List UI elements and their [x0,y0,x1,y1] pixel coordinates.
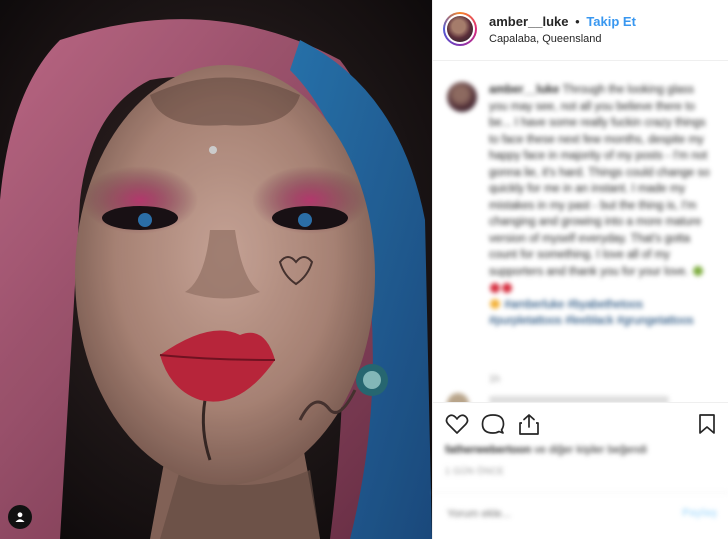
comment-icon[interactable] [481,413,505,435]
username-link[interactable]: amber__luke [489,14,569,29]
caption-text: amber__luke Through the looking glass yo… [489,82,711,330]
post-date: 1 GÜN ÖNCE [445,466,505,476]
caption-time: 1h [489,374,501,385]
post-sidebar: amber__luke • Takip Et Capalaba, Queensl… [432,0,728,539]
caption-username[interactable]: amber__luke [489,84,559,96]
comment-box: Paylaş [433,492,728,540]
caption-avatar[interactable] [447,82,477,112]
likes-text: fatherwebertoon ve diğer kişiler beğendi [445,444,647,456]
location-link[interactable]: Capalaba, Queensland [489,33,602,45]
separator-dot: • [575,14,580,29]
post-header: amber__luke • Takip Et Capalaba, Queensl… [433,0,728,61]
comment-input[interactable] [445,507,649,521]
caption-body: Through the looking glass you may see, n… [489,84,710,278]
bookmark-icon[interactable] [697,413,717,435]
instagram-post-window: amber__luke • Takip Et Capalaba, Queensl… [0,0,728,539]
emoji-icon [490,299,500,310]
heart-emoji-icon [490,282,500,293]
heart-icon[interactable] [445,413,469,435]
portrait-photo [0,0,432,539]
post-image[interactable] [0,0,432,539]
avatar[interactable] [443,12,477,46]
emoji-icon [692,266,703,277]
comments-area: amber__luke Through the looking glass yo… [433,62,728,402]
share-icon[interactable] [517,413,541,435]
likes-rest[interactable]: ve diğer kişiler beğendi [534,444,647,456]
likes-first-user[interactable]: fatherwebertoon [445,444,531,456]
post-comment-button[interactable]: Paylaş [682,507,717,519]
avatar-image [447,16,473,42]
person-icon [15,512,25,522]
follow-button[interactable]: Takip Et [586,14,636,29]
user-tag-icon[interactable] [8,505,32,529]
heart-emoji-icon [502,282,512,293]
user-line: amber__luke • Takip Et [489,14,636,29]
caption-hashtags[interactable]: #amberluke #byabethetoos #purpletattoos … [489,299,694,328]
comment-avatar[interactable] [447,393,469,402]
